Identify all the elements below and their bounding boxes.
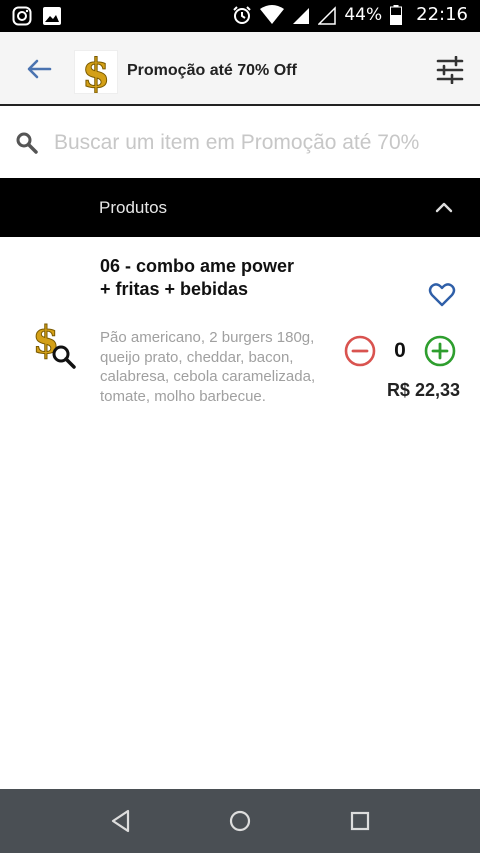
minus-circle-icon[interactable]	[344, 335, 376, 367]
dollar-search-icon: $	[32, 317, 76, 369]
category-label: Produtos	[99, 198, 168, 217]
svg-text:$: $	[82, 51, 110, 93]
quantity-value: 0	[394, 339, 406, 362]
search-icon	[16, 132, 38, 154]
product-description: Pão americano, 2 burgers 180g, queijo pr…	[100, 329, 316, 405]
image-icon	[43, 7, 61, 25]
product-item[interactable]: $ 06 - combo ame power + fritas + bebida…	[0, 237, 480, 437]
back-arrow-icon	[27, 59, 52, 79]
status-bar: 44% 22:16	[0, 0, 480, 32]
product-price: R$ 22,33	[386, 380, 460, 400]
dollar-logo: $	[82, 51, 111, 93]
signal-empty-icon	[318, 5, 337, 25]
heart-icon[interactable]	[428, 281, 456, 309]
filter-button[interactable]	[436, 55, 464, 85]
page-title: Promoção até 70% Off	[127, 62, 297, 79]
clock: 22:16	[416, 4, 468, 25]
wifi-icon	[260, 4, 285, 24]
plus-circle-icon[interactable]	[424, 335, 456, 367]
search-input[interactable]	[54, 126, 474, 160]
nav-back-icon[interactable]	[110, 809, 132, 833]
category-header[interactable]: Produtos	[0, 178, 480, 237]
battery-percent: 44%	[344, 4, 383, 25]
system-nav-bar	[0, 789, 480, 853]
filter-sliders-icon	[436, 55, 464, 85]
back-button[interactable]	[24, 56, 54, 82]
instagram-icon	[12, 6, 32, 26]
alarm-icon	[233, 5, 252, 24]
chevron-up-icon[interactable]	[434, 198, 454, 218]
product-name: 06 - combo ame power + fritas + bebidas	[100, 256, 295, 299]
signal-icon	[293, 7, 310, 24]
nav-recent-apps-icon[interactable]	[350, 811, 370, 831]
battery-icon	[390, 4, 403, 25]
search-bar	[0, 108, 480, 178]
store-logo: $	[74, 50, 118, 94]
nav-home-icon[interactable]	[229, 810, 251, 832]
app-bar: $ Promoção até 70% Off	[0, 32, 480, 106]
